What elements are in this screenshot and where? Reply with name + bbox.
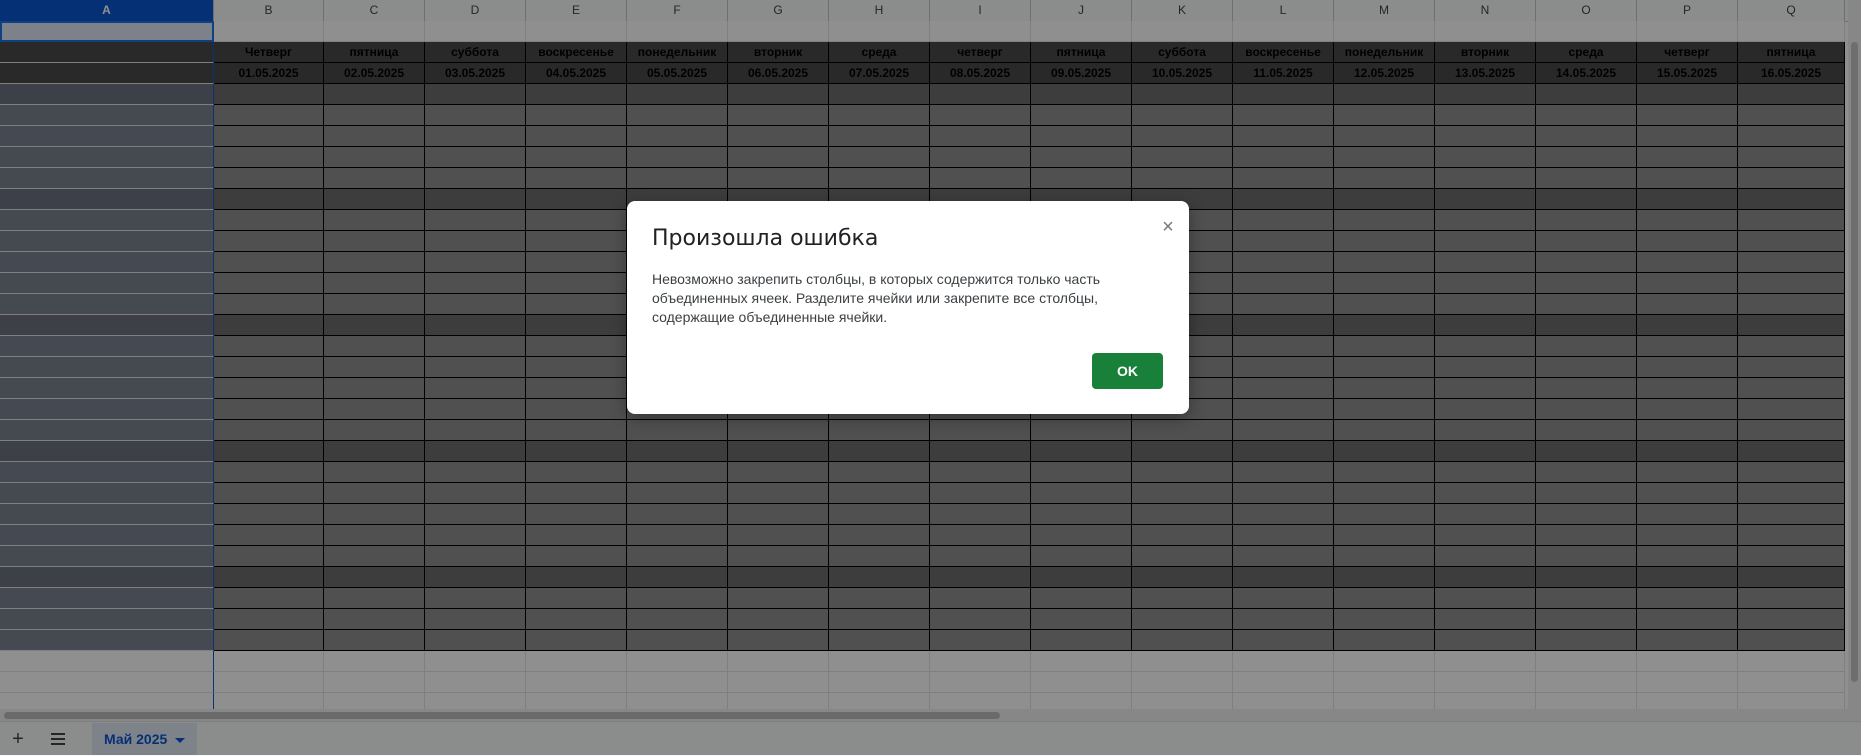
close-icon[interactable]: × — [1156, 215, 1180, 239]
dialog-title: Произошла ошибка — [652, 226, 879, 251]
dialog-message: Невозможно закрепить столбцы, в которых … — [652, 271, 1101, 325]
error-dialog: Произошла ошибка × Невозможно закрепить … — [627, 201, 1189, 414]
ok-button[interactable]: OK — [1092, 353, 1163, 389]
